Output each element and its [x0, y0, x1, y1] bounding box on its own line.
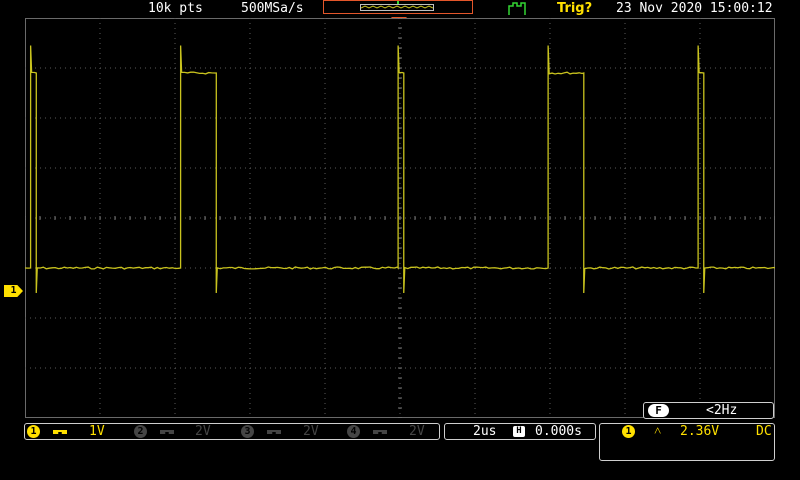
timebase-scale[interactable]: 2us	[473, 424, 496, 439]
rising-edge-icon: ˄	[654, 424, 662, 439]
memory-position-bar[interactable]	[323, 0, 473, 14]
channel-1-trace	[25, 45, 775, 294]
memory-waveform-icon	[361, 5, 433, 9]
horizontal-position-icon: H	[513, 426, 525, 437]
trigger-source-badge[interactable]: 1	[622, 425, 635, 438]
channel-4-coupling-icon	[373, 430, 387, 434]
trigger-status: Trig?	[557, 1, 593, 16]
frequency-counter: F <2Hz	[643, 402, 774, 419]
waveform-display[interactable]: F <2Hz	[25, 18, 775, 419]
channel-4-scale[interactable]: 2V	[409, 424, 425, 439]
timebase-panel[interactable]: 2us H 0.000s	[444, 423, 596, 440]
channel-3-badge[interactable]: 3	[241, 425, 254, 438]
run-waveform-icon[interactable]	[508, 2, 528, 16]
record-length: 10k pts	[148, 1, 203, 16]
sample-rate: 500MSa/s	[241, 1, 304, 16]
channel-1-scale[interactable]: 1V	[89, 424, 105, 439]
date-time: 23 Nov 2020 15:00:12	[616, 1, 773, 16]
frequency-icon: F	[648, 404, 669, 417]
trigger-coupling[interactable]: DC	[756, 424, 772, 439]
trigger-level[interactable]: 2.36V	[680, 424, 719, 439]
memory-window[interactable]	[360, 4, 434, 11]
channel-1-coupling-icon	[53, 430, 67, 434]
top-status-bar: 10k pts 500MSa/s Trig? 23 Nov 2020 15:00…	[0, 0, 800, 18]
channel-1-ground-marker[interactable]: 1	[4, 285, 23, 297]
channel-4-badge[interactable]: 4	[347, 425, 360, 438]
channel-1-badge[interactable]: 1	[27, 425, 40, 438]
channel-2-scale[interactable]: 2V	[195, 424, 211, 439]
channel-3-scale[interactable]: 2V	[303, 424, 319, 439]
frequency-value: <2Hz	[706, 403, 738, 418]
trigger-panel[interactable]: 1 ˄ 2.36V DC	[599, 423, 775, 461]
waveform-svg	[25, 45, 775, 294]
memory-trigger-point	[397, 1, 399, 4]
channel-settings-panel[interactable]: 1 1V 2 2V 3 2V 4 2V	[24, 423, 440, 440]
channel-3-coupling-icon	[267, 430, 281, 434]
channel-2-coupling-icon	[160, 430, 174, 434]
channel-2-badge[interactable]: 2	[134, 425, 147, 438]
horizontal-position[interactable]: 0.000s	[535, 424, 582, 439]
bottom-status-bar: 1 1V 2 2V 3 2V 4 2V 2us H 0.000s 1 ˄ 2.3…	[0, 420, 800, 480]
